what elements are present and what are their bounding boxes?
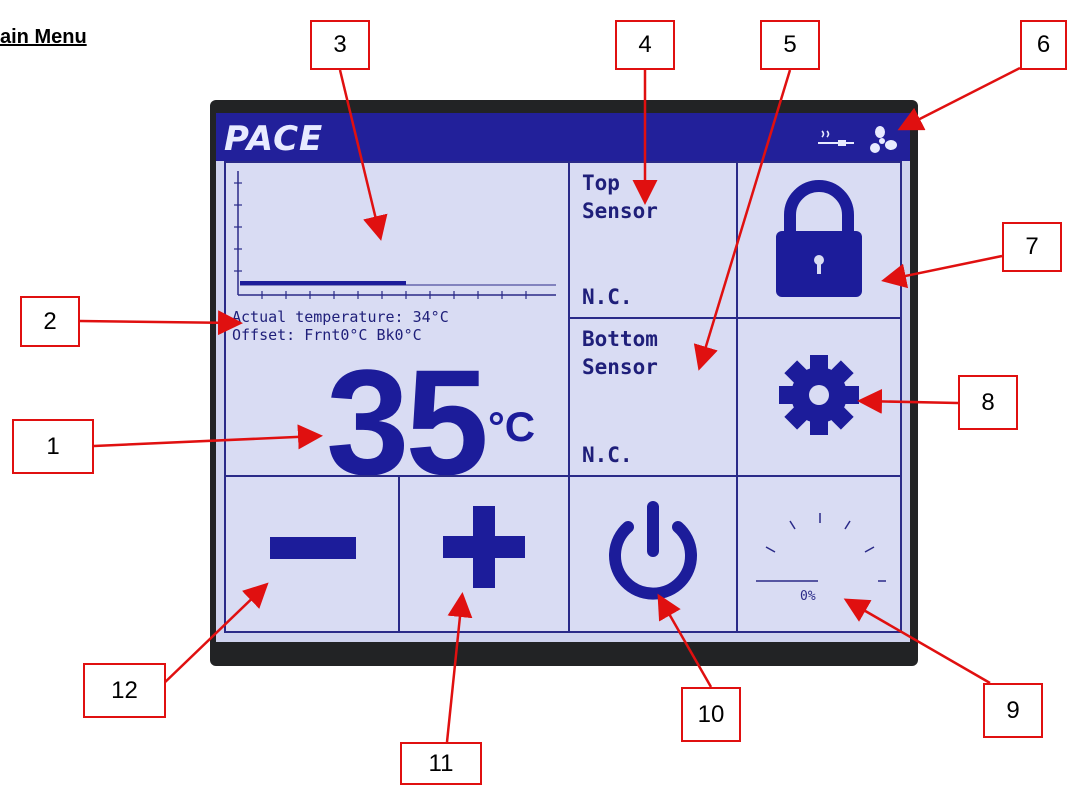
callout-8: 8: [958, 375, 1018, 430]
settings-button[interactable]: [736, 317, 902, 477]
increase-button[interactable]: [398, 475, 570, 633]
top-sensor-title-line2: Sensor: [582, 199, 658, 223]
fan-icon: [870, 126, 897, 153]
gear-icon: [779, 355, 859, 435]
callout-6: 6: [1020, 20, 1067, 70]
temperature-panel[interactable]: Actual temperature: 34°C Offset: Frnt0°C…: [224, 161, 570, 497]
plus-icon: [443, 506, 525, 588]
top-sensor-title: Top Sensor: [582, 169, 658, 225]
airflow-button[interactable]: 0%: [736, 475, 902, 633]
callout-2: 2: [20, 296, 80, 347]
bottom-sensor-panel[interactable]: Bottom Sensor N.C.: [568, 317, 738, 477]
top-sensor-panel[interactable]: Top Sensor N.C.: [568, 161, 738, 319]
minus-icon: [270, 537, 356, 559]
heater-flow-icon: [818, 126, 897, 153]
lock-icon: [776, 180, 862, 297]
lock-button[interactable]: [736, 161, 902, 319]
actual-temperature-label: Actual temperature: 34°C: [232, 308, 449, 326]
power-button[interactable]: [568, 475, 738, 633]
header-bar: PACE: [216, 113, 910, 161]
bottom-sensor-value: N.C.: [582, 443, 633, 467]
lcd-screen: PACE Actual temperature: 34°C Offset: Fr…: [216, 113, 910, 642]
power-icon: [609, 501, 697, 600]
callout-1: 1: [12, 419, 94, 474]
callout-3: 3: [310, 20, 370, 70]
decrease-button[interactable]: [224, 475, 400, 633]
brand-logo: PACE: [224, 119, 324, 159]
callout-12: 12: [83, 663, 166, 718]
status-icons: [812, 123, 902, 157]
temperature-unit: °C: [488, 403, 536, 450]
top-sensor-title-line1: Top: [582, 171, 620, 195]
callout-9: 9: [983, 683, 1043, 738]
callout-5: 5: [760, 20, 820, 70]
callout-11: 11: [400, 742, 482, 785]
bottom-sensor-title-line2: Sensor: [582, 355, 658, 379]
airflow-percent: 0%: [800, 589, 816, 604]
bottom-sensor-title: Bottom Sensor: [582, 325, 658, 381]
top-sensor-value: N.C.: [582, 285, 633, 309]
temperature-graph: [234, 171, 556, 299]
bottom-sensor-title-line1: Bottom: [582, 327, 658, 351]
airflow-gauge-icon: [756, 513, 886, 582]
callout-7: 7: [1002, 222, 1062, 272]
callout-10: 10: [681, 687, 741, 742]
document-title: ain Menu: [0, 26, 87, 48]
callout-4: 4: [615, 20, 675, 70]
